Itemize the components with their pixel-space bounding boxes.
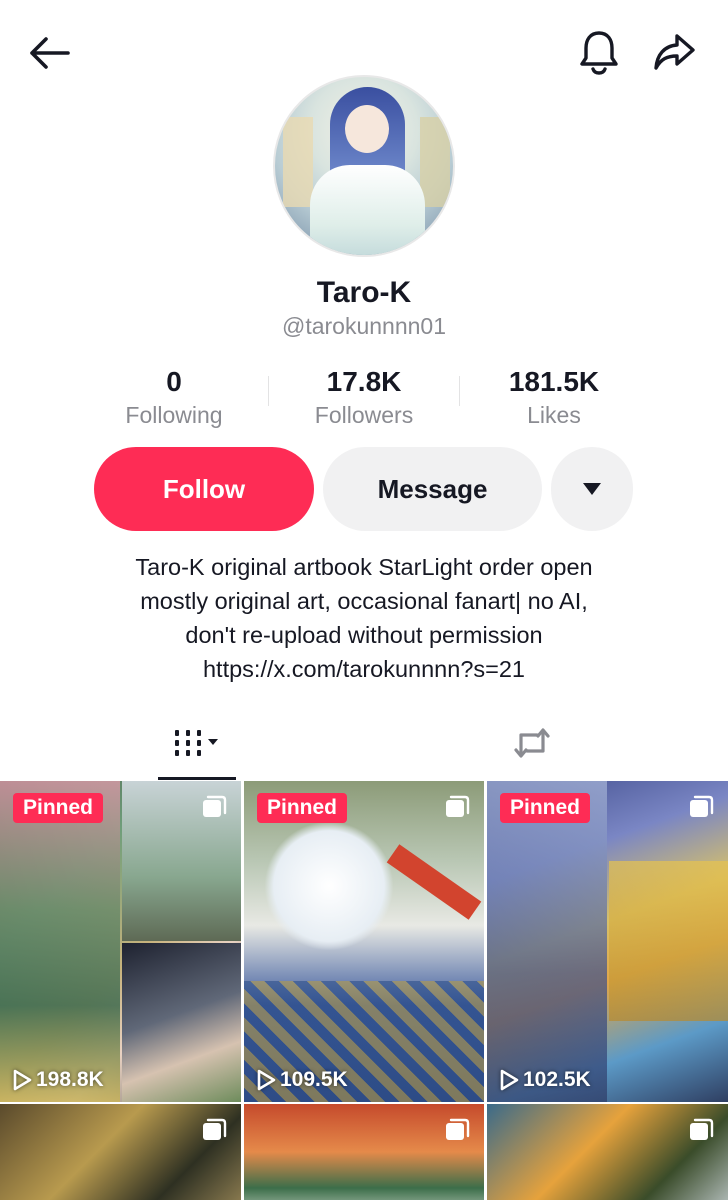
following-label: Following [125,402,223,428]
repost-icon [514,728,550,758]
followers-label: Followers [314,402,414,428]
bio-line: mostly original art, occasional fanart| … [140,588,588,614]
bell-icon [580,31,618,75]
photo-stack-icon [203,795,227,817]
more-options-button[interactable] [551,447,633,531]
caret-down-icon [583,483,601,495]
video-tile[interactable] [487,1104,728,1200]
share-arrow-icon [654,34,695,70]
avatar-art-detail [310,165,425,255]
avatar-art-detail [283,117,313,207]
play-icon [13,1069,32,1091]
stat-following[interactable]: 0 Following [74,364,274,430]
video-tile[interactable]: Pinned 102.5K [487,781,728,1102]
video-thumbnail [487,781,728,1102]
pinned-badge: Pinned [13,793,104,823]
video-grid: Pinned 198.8K Pinned 109.5K Pinned 102.5… [0,781,728,1200]
video-tile[interactable]: Pinned 198.8K [0,781,241,1102]
profile-name: Taro-K [316,276,412,309]
message-button[interactable]: Message [323,447,542,531]
avatar[interactable] [273,75,455,257]
profile-stats: 0 Following 17.8K Followers 181.5K Likes [0,364,728,434]
video-tile[interactable] [244,1104,484,1200]
view-count-text: 102.5K [523,1068,591,1091]
share-button[interactable] [648,26,700,78]
grid-icon [175,730,218,756]
followers-count: 17.8K [326,366,402,397]
photo-stack-icon [690,1118,714,1140]
view-count: 102.5K [499,1068,591,1092]
photo-stack-icon [690,795,714,817]
pinned-badge: Pinned [257,793,348,823]
notifications-button[interactable] [574,26,624,78]
photo-stack-icon [446,795,470,817]
tab-reposts[interactable] [486,705,578,781]
profile-bio: Taro-K original artbook StarLight order … [40,550,688,686]
video-thumbnail [244,781,484,1102]
bio-link[interactable]: https://x.com/tarokunnnn?s=21 [40,652,688,686]
video-thumbnail [0,781,241,1102]
arrow-left-icon [30,37,70,69]
pinned-badge: Pinned [500,793,591,823]
stat-likes[interactable]: 181.5K Likes [454,364,654,430]
photo-stack-icon [446,1118,470,1140]
play-icon [500,1069,519,1091]
active-tab-indicator [158,777,236,780]
likes-label: Likes [527,402,581,428]
video-tile[interactable] [0,1104,241,1200]
follow-button[interactable]: Follow [94,447,314,531]
stats-divider [459,376,460,406]
stats-divider [268,376,269,406]
profile-handle: @tarokunnnn01 [281,313,447,339]
back-button[interactable] [24,28,74,78]
likes-count: 181.5K [508,366,600,397]
view-count-text: 198.8K [36,1068,104,1091]
view-count: 109.5K [256,1068,348,1092]
stat-followers[interactable]: 17.8K Followers [264,364,464,430]
tab-videos[interactable] [150,705,242,781]
avatar-art-detail [345,105,389,153]
following-count: 0 [166,366,182,397]
avatar-art-detail [420,117,450,207]
photo-stack-icon [203,1118,227,1140]
play-icon [257,1069,276,1091]
content-tabs [0,705,728,781]
video-tile[interactable]: Pinned 109.5K [244,781,484,1102]
view-count: 198.8K [12,1068,104,1092]
bio-line: don't re-upload without permission [185,622,543,648]
view-count-text: 109.5K [280,1068,348,1091]
bio-line: Taro-K original artbook StarLight order … [135,554,593,580]
